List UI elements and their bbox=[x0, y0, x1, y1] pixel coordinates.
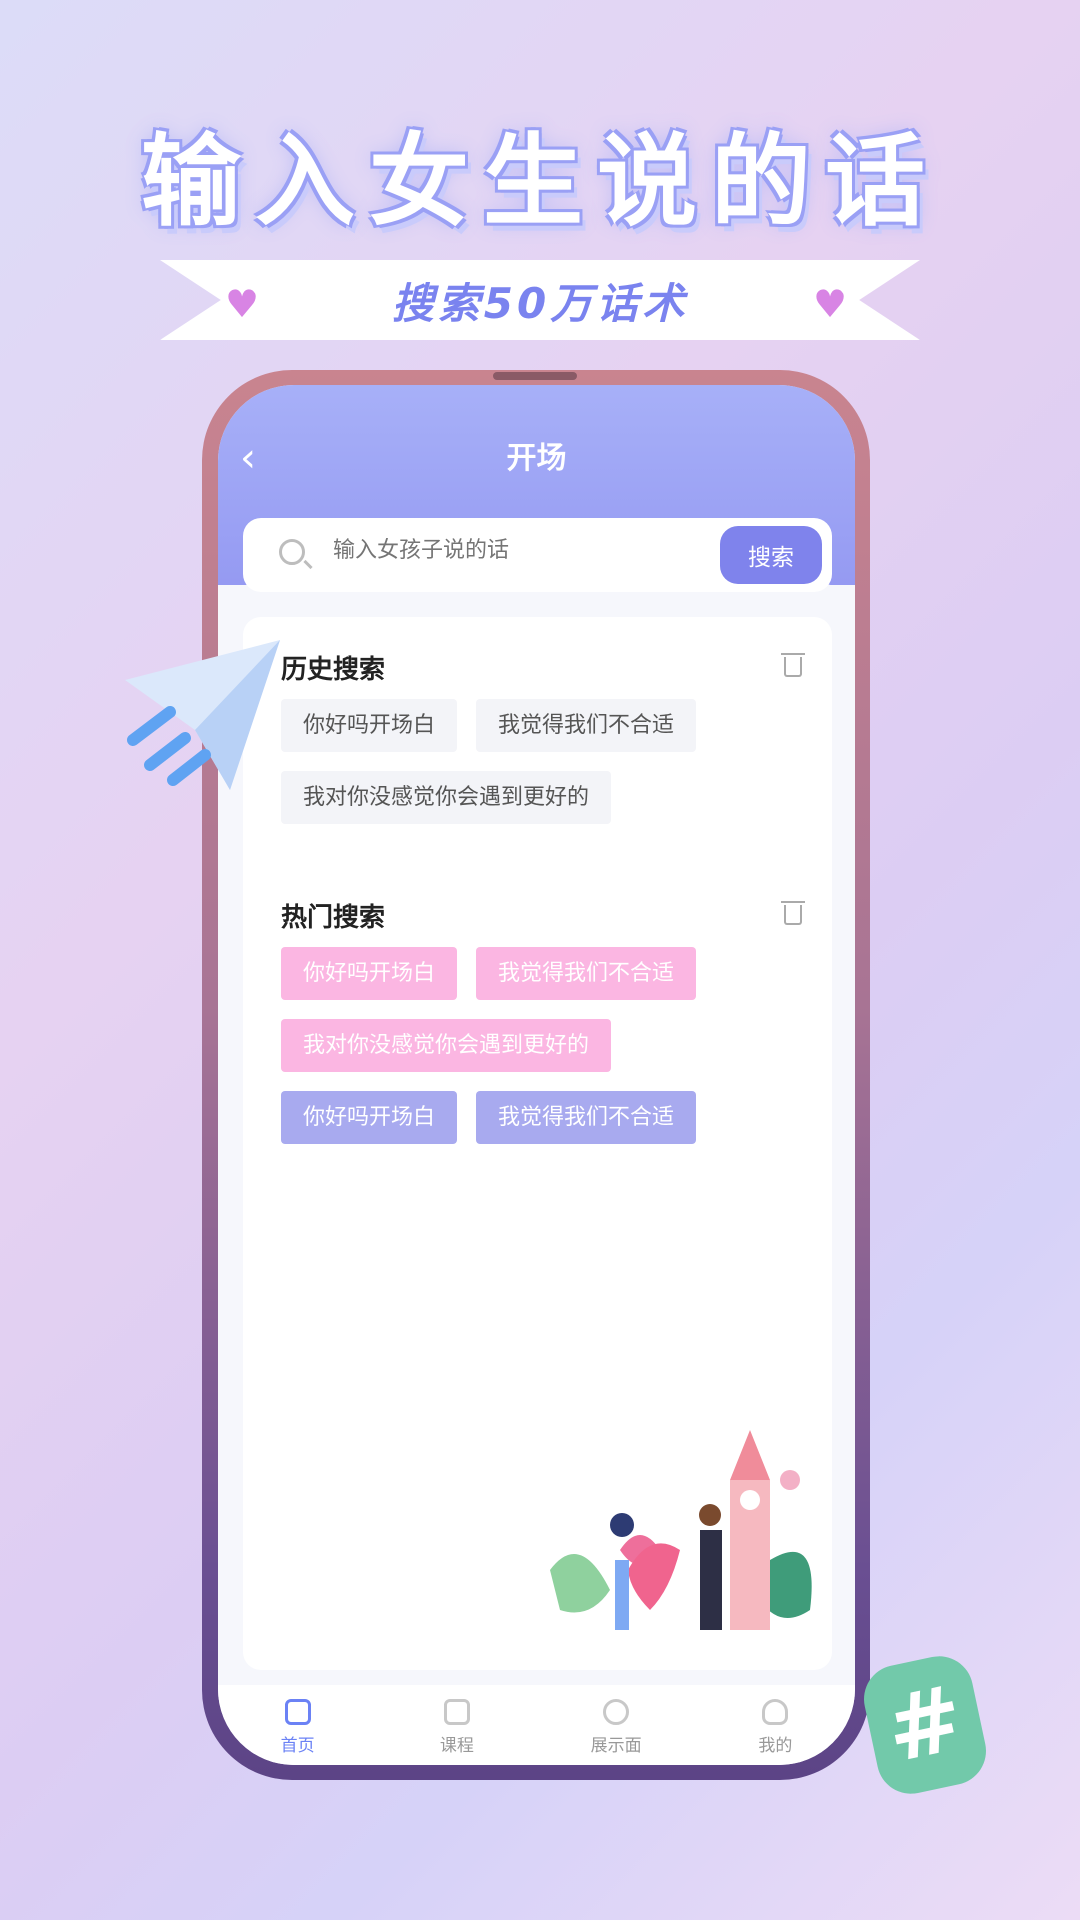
search-icon bbox=[279, 539, 305, 565]
book-icon bbox=[443, 1699, 470, 1725]
history-tag[interactable]: 你好吗开场白 bbox=[281, 699, 458, 752]
search-button[interactable]: 搜索 bbox=[720, 526, 822, 584]
tab-home[interactable]: 首页 bbox=[218, 1685, 377, 1765]
aperture-icon bbox=[603, 1699, 630, 1725]
paper-plane-icon bbox=[125, 640, 280, 790]
trash-icon[interactable] bbox=[781, 653, 805, 677]
tab-course[interactable]: 课程 bbox=[377, 1685, 536, 1765]
user-icon bbox=[762, 1699, 789, 1725]
tab-mine[interactable]: 我的 bbox=[696, 1685, 855, 1765]
tab-label: 课程 bbox=[439, 1736, 474, 1756]
promo-subline: 搜索50万话术 bbox=[391, 279, 689, 328]
hot-tag[interactable]: 我觉得我们不合适 bbox=[476, 947, 697, 1000]
phone-notch bbox=[493, 372, 577, 380]
store-icon bbox=[284, 1699, 311, 1725]
page-title: 开场 bbox=[506, 441, 567, 476]
trash-icon[interactable] bbox=[781, 901, 805, 925]
hot-tag[interactable]: 你好吗开场白 bbox=[281, 1091, 458, 1144]
hot-title: 热门搜索 bbox=[281, 903, 386, 933]
history-tag[interactable]: 我觉得我们不合适 bbox=[476, 699, 697, 752]
tab-label: 我的 bbox=[758, 1736, 793, 1756]
promo-headline: 输入女生说的话 bbox=[141, 123, 939, 240]
bottom-tab-bar: 首页 课程 展示面 我的 bbox=[218, 1685, 855, 1765]
couple-illustration bbox=[550, 1430, 812, 1630]
hashtag-icon: # bbox=[857, 1649, 993, 1801]
tab-label: 展示面 bbox=[590, 1736, 642, 1756]
hot-tag[interactable]: 我觉得我们不合适 bbox=[476, 1091, 697, 1144]
search-bar: 搜索 bbox=[243, 518, 832, 592]
search-input[interactable] bbox=[333, 538, 713, 563]
tab-label: 首页 bbox=[280, 1736, 315, 1756]
hot-tag[interactable]: 你好吗开场白 bbox=[281, 947, 458, 1000]
tab-showcase[interactable]: 展示面 bbox=[537, 1685, 696, 1765]
history-title: 历史搜索 bbox=[281, 655, 386, 685]
hot-tag[interactable]: 我对你没感觉你会遇到更好的 bbox=[281, 1019, 612, 1072]
history-tag[interactable]: 我对你没感觉你会遇到更好的 bbox=[281, 771, 612, 824]
